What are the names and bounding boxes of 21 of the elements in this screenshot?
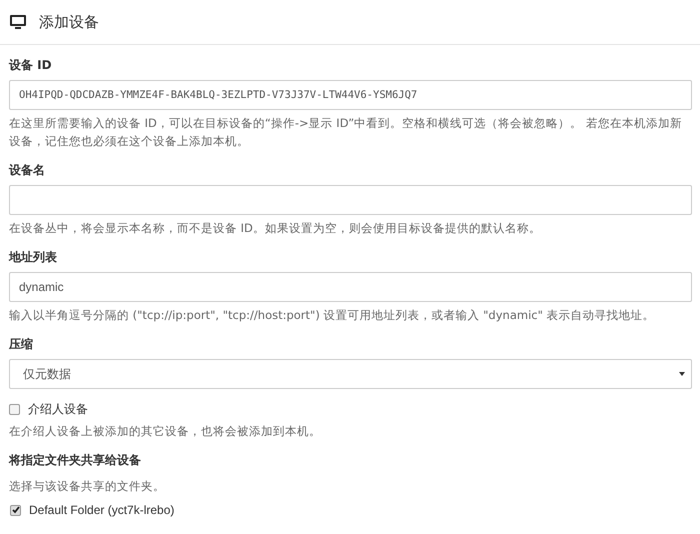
checkbox[interactable] [10,504,21,516]
section-label: 将指定文件夹共享给设备 [9,452,142,469]
help-text: 在这里所需要输入的设备 ID，可以在目标设备的“操作->显示 ID”中看到。空格和横线可选（将会被忽略）。 若您在本机添加新设备，记住您也必须在这个设备上添加本机。 [9,115,683,150]
help-text: 在设备丛中，将会显示本名称，而不是设备 ID。如果设置为空，则会使用目标设备提供的默认名称。 [9,220,542,237]
field-label: 设备 ID [9,57,53,74]
text-field[interactable]: OH4IPQD-QDCDAZB-YMMZE4F-BAK4BLQ-3EZLPTD-V73J37V-LTW44V6-YSM6JQ7 [9,80,692,110]
help-text: 选择与该设备共享的文件夹。 [9,478,166,495]
field-label: 地址列表 [9,249,58,266]
monitor-icon [10,15,26,29]
field-label: 压缩 [9,336,34,353]
dialog-title: 添加设备 [39,12,99,32]
caret-icon [679,372,685,376]
compression-select[interactable]: 仅元数据 [9,359,692,389]
help-text: 输入以半角逗号分隔的 ("tcp://ip:port", "tcp://host:port") 设置可用地址列表，或者输入 "dynamic" 表示自动寻找地址。 [9,307,656,324]
checkbox-label: 介绍人设备 [28,401,88,418]
folder-label: Default Folder (yct7k-lrebo) [29,503,174,517]
field-label: 设备名 [9,162,46,179]
text-field[interactable] [9,185,692,215]
checkbox[interactable] [9,404,20,415]
text-field[interactable]: dynamic [9,272,692,302]
help-text: 在介绍人设备上被添加的其它设备，也将会被添加到本机。 [9,423,322,440]
